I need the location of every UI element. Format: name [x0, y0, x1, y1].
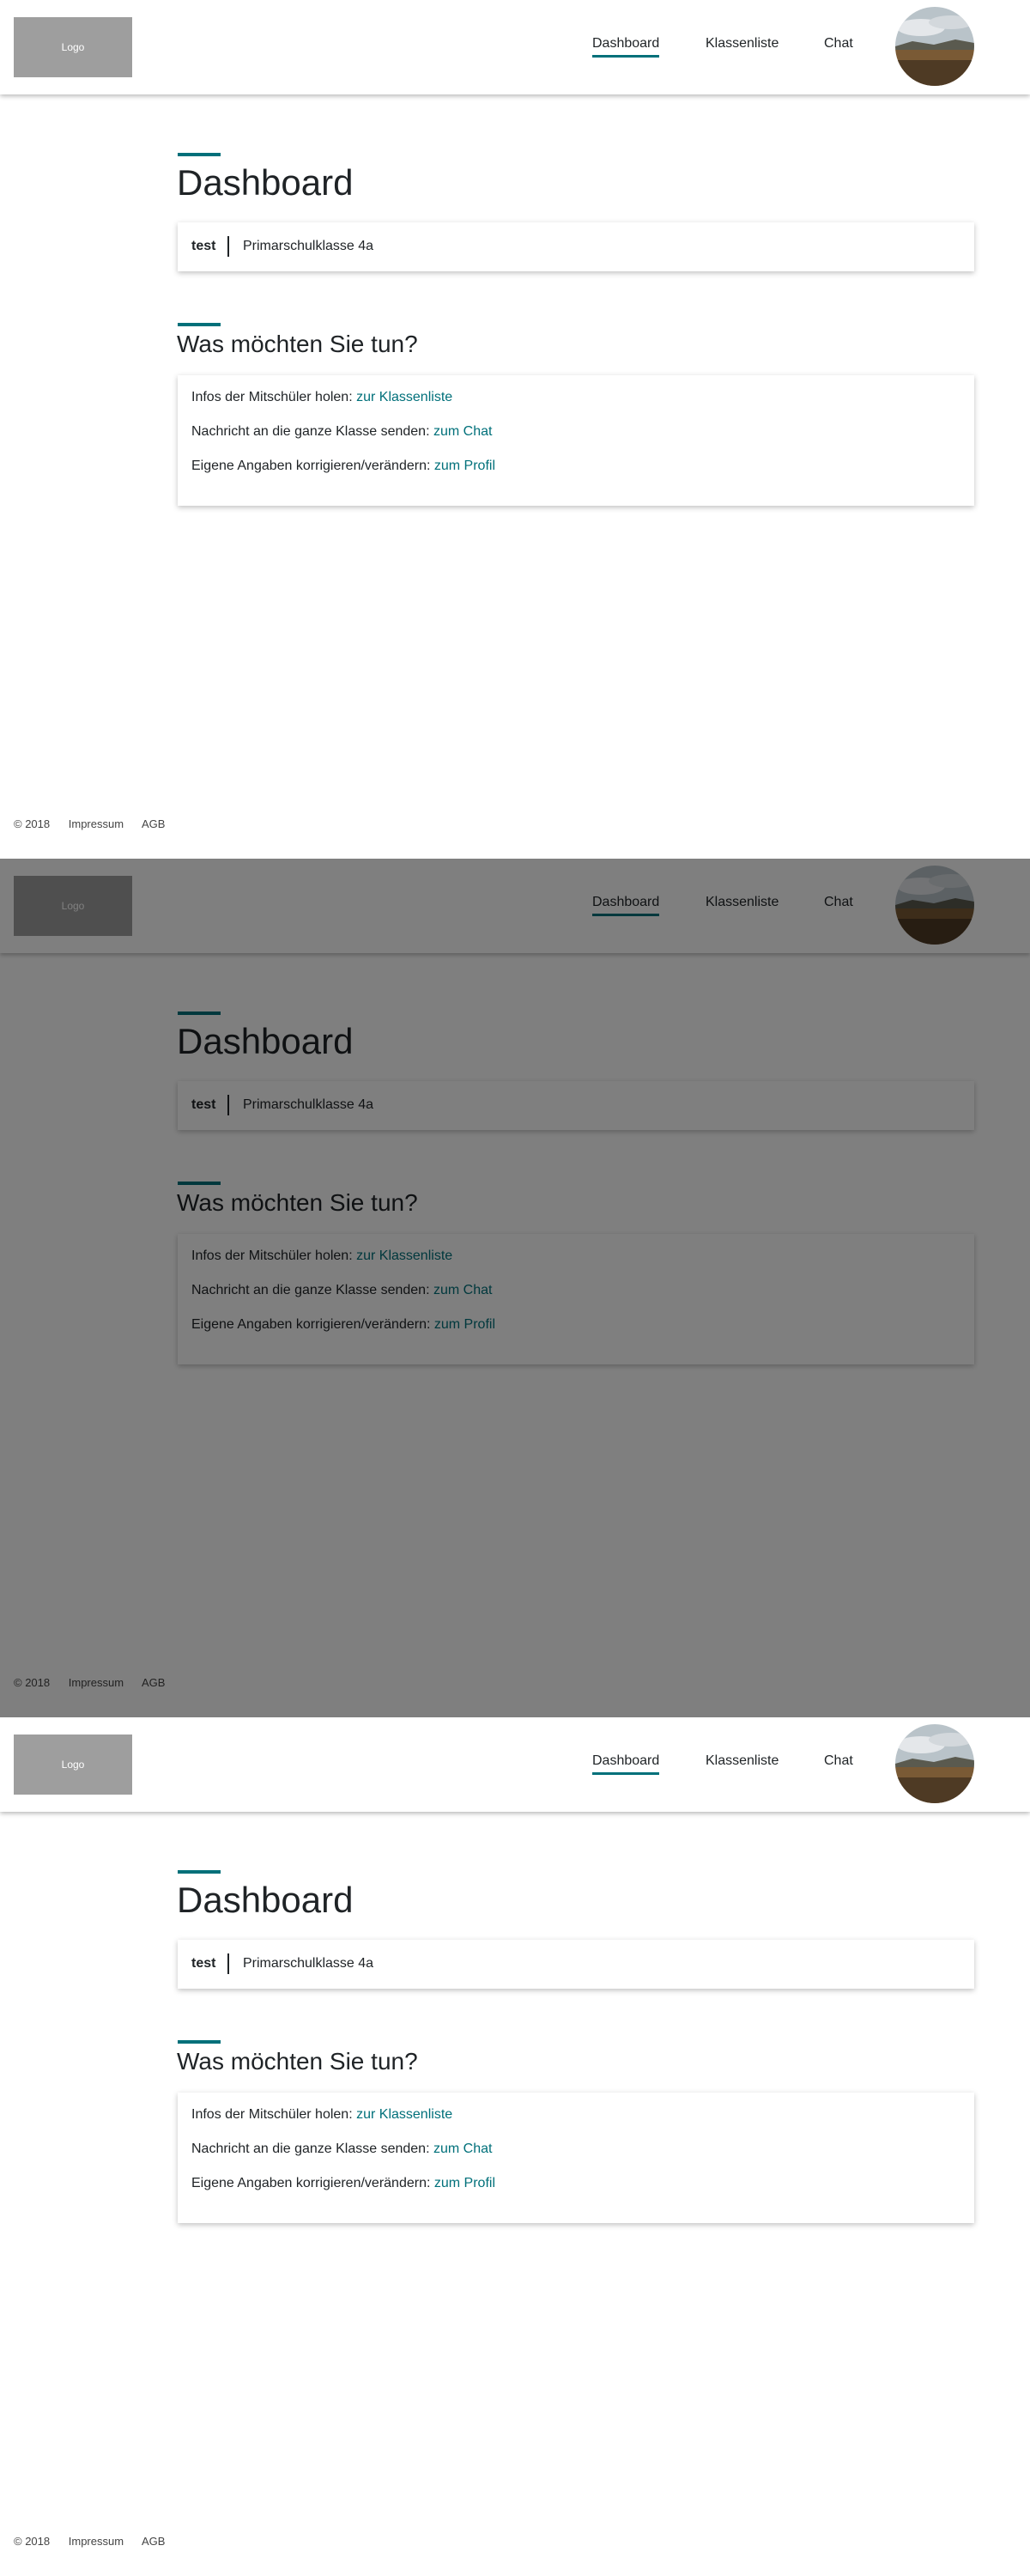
actions-title: Was möchten Sie tun? — [177, 331, 418, 357]
title-accent — [178, 153, 221, 156]
user-name: test — [191, 1956, 216, 1971]
landscape-photo-icon — [895, 1724, 974, 1803]
page-frame-3: Logo Dashboard Klassenliste Chat Dashboa… — [0, 1717, 1030, 2576]
action-text: Infos der Mitschüler holen: — [191, 2107, 353, 2122]
class-name: Primarschulklasse 4a — [243, 1956, 374, 1971]
footer-link-impressum[interactable]: Impressum — [69, 817, 124, 830]
action-row-chat: Nachricht an die ganze Klasse senden: zu… — [191, 424, 492, 440]
action-row-klassenliste: Infos der Mitschüler holen: zur Klassenl… — [191, 2107, 452, 2123]
divider — [227, 1953, 229, 1974]
avatar[interactable] — [895, 1724, 974, 1803]
link-zum-chat[interactable]: zum Chat — [433, 424, 492, 439]
action-text: Eigene Angaben korrigieren/verändern: — [191, 2176, 431, 2190]
logo[interactable]: Logo — [14, 1735, 132, 1795]
action-text: Nachricht an die ganze Klasse senden: — [191, 424, 430, 439]
user-info-card: test Primarschulklasse 4a — [178, 1940, 974, 1989]
header: Logo Dashboard Klassenliste Chat — [0, 1717, 1030, 1812]
actions-card: Infos der Mitschüler holen: zur Klassenl… — [178, 375, 974, 506]
link-zum-chat[interactable]: zum Chat — [433, 2142, 492, 2156]
footer: © 2018 Impressum AGB — [14, 2535, 180, 2548]
link-zur-klassenliste[interactable]: zur Klassenliste — [356, 390, 452, 404]
action-text: Eigene Angaben korrigieren/verändern: — [191, 459, 431, 473]
user-info-card: test Primarschulklasse 4a — [178, 222, 974, 271]
footer-link-agb[interactable]: AGB — [142, 817, 165, 830]
action-row-chat: Nachricht an die ganze Klasse senden: zu… — [191, 2142, 492, 2157]
nav-dashboard[interactable]: Dashboard — [592, 36, 660, 58]
nav-chat[interactable]: Chat — [824, 1753, 853, 1772]
subtitle-accent — [178, 2040, 221, 2044]
nav-dashboard[interactable]: Dashboard — [592, 1753, 660, 1775]
nav-chat[interactable]: Chat — [824, 36, 853, 55]
actions-title: Was möchten Sie tun? — [177, 2048, 418, 2075]
action-row-profil: Eigene Angaben korrigieren/verändern: zu… — [191, 2176, 495, 2191]
avatar[interactable] — [895, 7, 974, 86]
header: Logo Dashboard Klassenliste Chat — [0, 0, 1030, 94]
actions-card: Infos der Mitschüler holen: zur Klassenl… — [178, 2093, 974, 2223]
user-name: test — [191, 239, 216, 253]
page-title: Dashboard — [177, 1880, 354, 1920]
logo[interactable]: Logo — [14, 17, 132, 77]
copyright: © 2018 — [14, 817, 51, 830]
link-zur-klassenliste[interactable]: zur Klassenliste — [356, 2107, 452, 2122]
page-frame-2: Logo Dashboard Klassenliste Chat Dashboa… — [0, 859, 1030, 1717]
link-zum-profil[interactable]: zum Profil — [434, 2176, 495, 2190]
action-row-profil: Eigene Angaben korrigieren/verändern: zu… — [191, 459, 495, 474]
footer-link-agb[interactable]: AGB — [142, 2535, 165, 2548]
title-accent — [178, 1870, 221, 1874]
subtitle-accent — [178, 323, 221, 326]
page-title: Dashboard — [177, 162, 354, 203]
divider — [227, 236, 229, 257]
action-text: Infos der Mitschüler holen: — [191, 390, 353, 404]
action-row-klassenliste: Infos der Mitschüler holen: zur Klassenl… — [191, 390, 452, 405]
footer: © 2018 Impressum AGB — [14, 817, 180, 830]
copyright: © 2018 — [14, 2535, 51, 2548]
footer-link-impressum[interactable]: Impressum — [69, 2535, 124, 2548]
link-zum-profil[interactable]: zum Profil — [434, 459, 495, 473]
page-frame-1: Logo Dashboard Klassenliste Chat Dashboa… — [0, 0, 1030, 859]
landscape-photo-icon — [895, 7, 974, 86]
class-name: Primarschulklasse 4a — [243, 239, 374, 253]
action-text: Nachricht an die ganze Klasse senden: — [191, 2142, 430, 2156]
modal-overlay[interactable] — [0, 859, 1030, 1717]
nav-klassenliste[interactable]: Klassenliste — [706, 1753, 779, 1772]
nav-klassenliste[interactable]: Klassenliste — [706, 36, 779, 55]
